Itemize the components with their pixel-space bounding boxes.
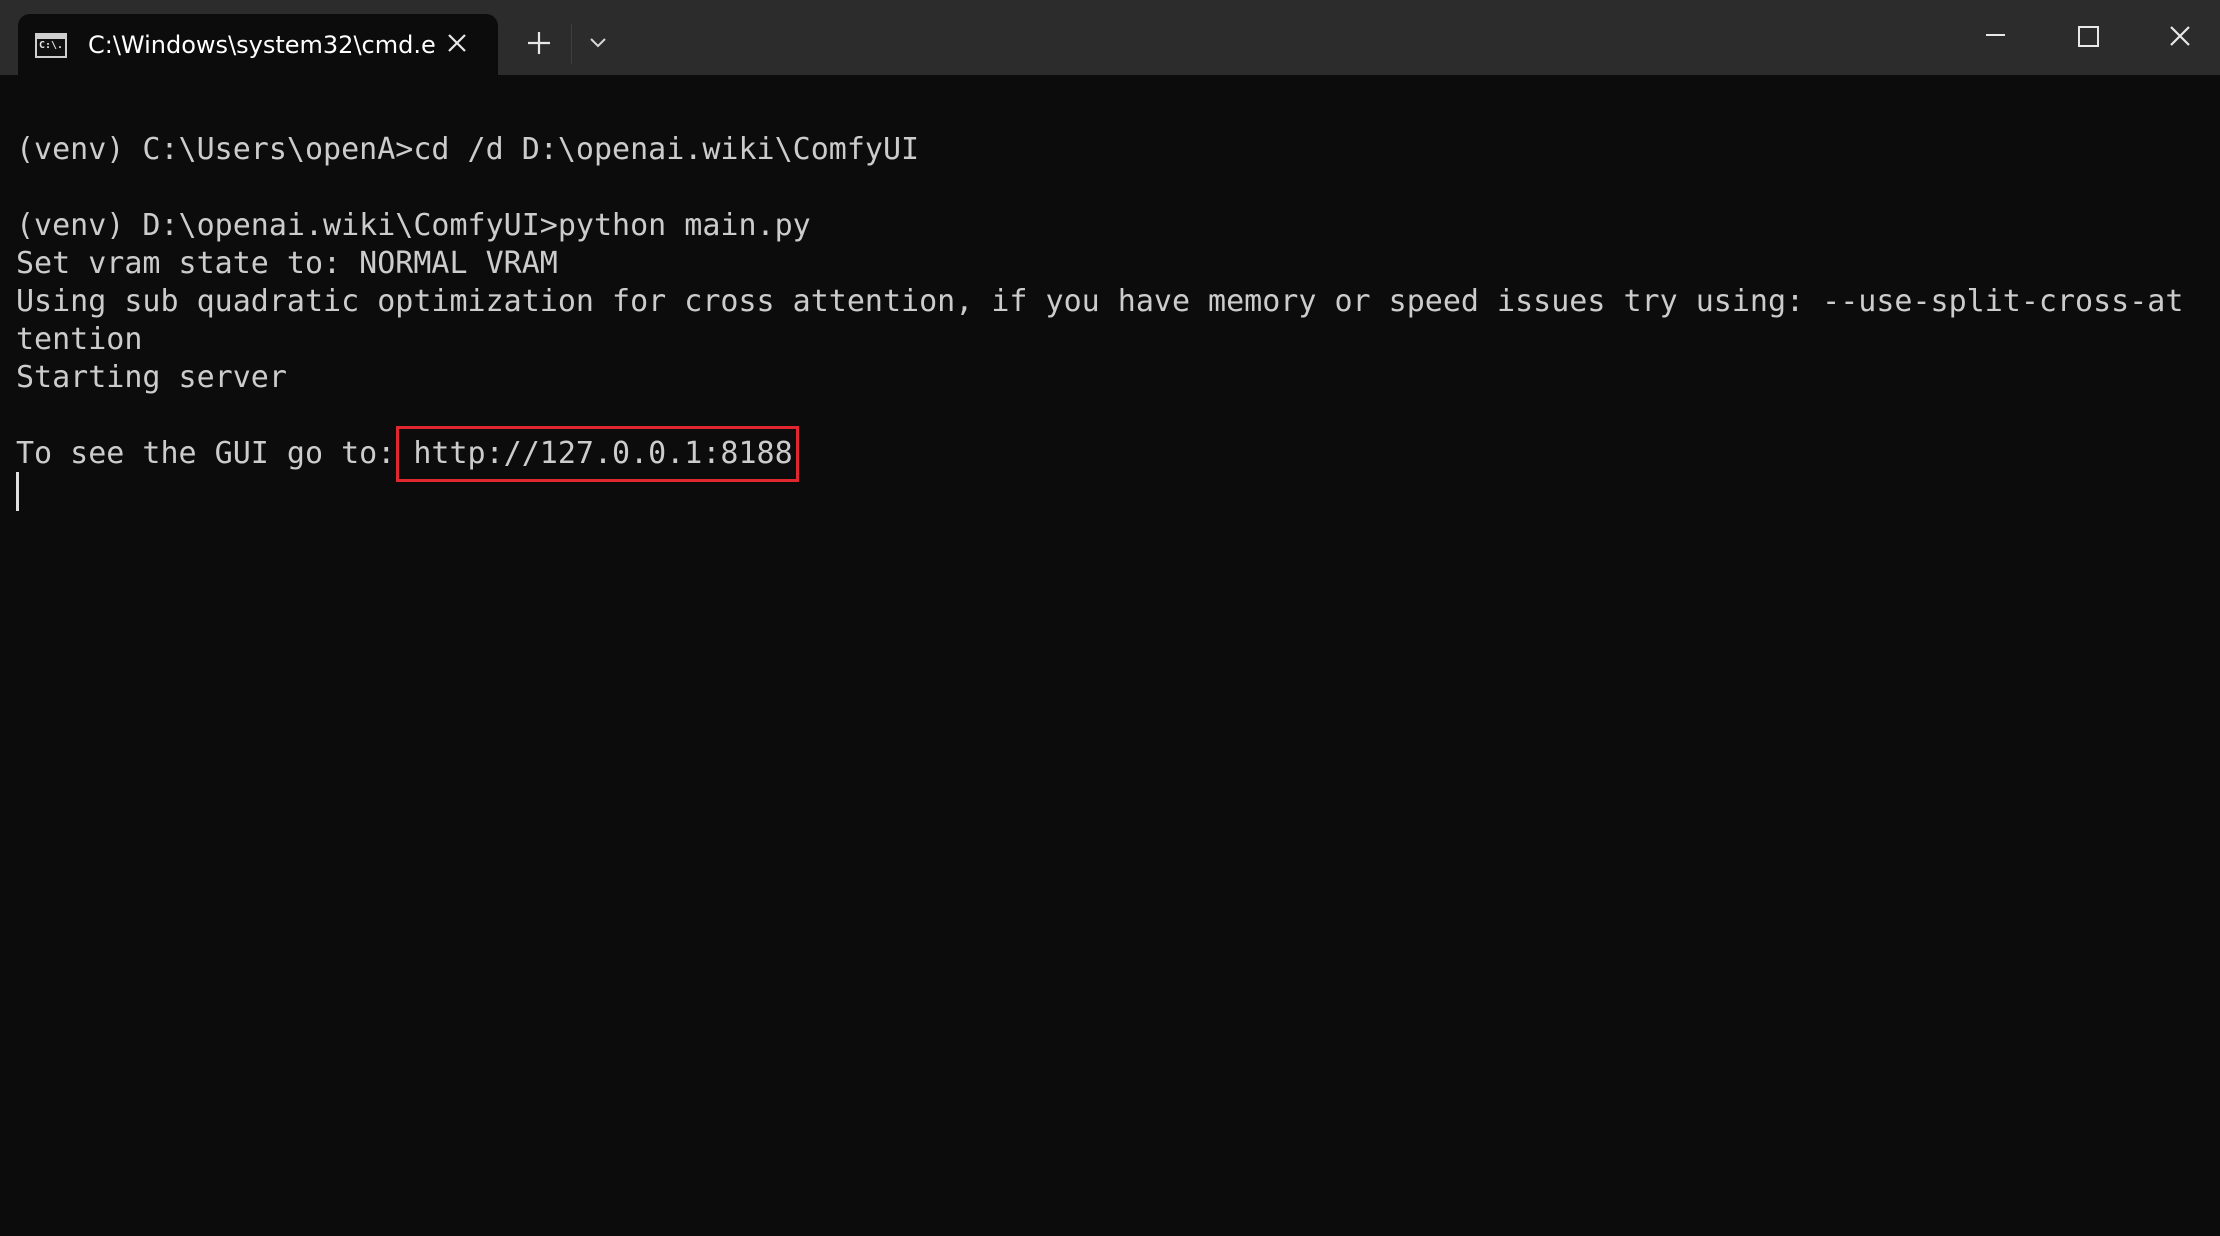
terminal-output[interactable]: (venv) C:\Users\openA>cd /d D:\openai.wi… — [0, 75, 2220, 1236]
cmd-icon: C:\. — [35, 33, 67, 58]
tab-dropdown-button[interactable] — [584, 28, 612, 56]
terminal-line: (venv) C:\Users\openA>cd /d D:\openai.wi… — [16, 132, 920, 167]
close-icon — [448, 34, 466, 52]
minimize-button[interactable] — [1950, 0, 2040, 72]
tab-title: C:\Windows\system32\cmd.e: — [88, 31, 438, 59]
tab-cmd[interactable]: C:\. C:\Windows\system32\cmd.e: — [18, 14, 498, 75]
close-window-button[interactable] — [2134, 0, 2220, 72]
terminal-line: (venv) D:\openai.wiki\ComfyUI>python mai… — [16, 208, 811, 243]
maximize-icon — [2078, 26, 2099, 47]
terminal-line: Starting server — [16, 360, 287, 395]
plus-icon — [528, 32, 550, 54]
text-cursor — [16, 472, 19, 511]
chevron-down-icon — [590, 38, 606, 48]
terminal-line: Using sub quadratic optimization for cro… — [16, 284, 2184, 319]
tab-divider — [571, 24, 572, 64]
maximize-button[interactable] — [2042, 0, 2132, 72]
terminal-line: Set vram state to: NORMAL VRAM — [16, 246, 558, 281]
new-tab-button[interactable] — [522, 26, 556, 60]
url-highlight-box — [396, 426, 799, 482]
terminal-line: tention — [16, 322, 143, 357]
tab-close-button[interactable] — [442, 28, 472, 58]
title-bar: C:\. C:\Windows\system32\cmd.e: — [0, 0, 2220, 75]
close-icon — [2170, 26, 2190, 46]
minimize-icon — [1986, 34, 2005, 36]
